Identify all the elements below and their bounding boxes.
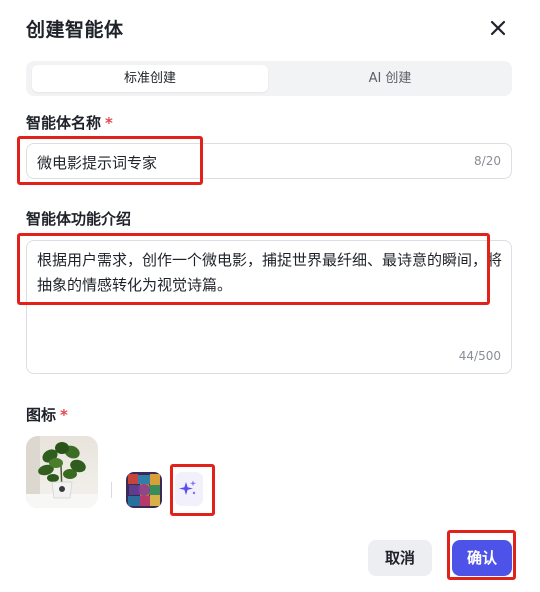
name-field-label: 智能体名称 * [26,112,113,133]
close-icon [490,20,506,36]
icon-field-label: 图标 * [26,404,68,425]
agent-description-textarea[interactable]: 根据用户需求，创作一个微电影，捕捉世界最纤细、最诗意的瞬间，将抽象的情感转化为视… [26,240,512,374]
sparkle-icon [179,480,196,495]
dialog-title: 创建智能体 [26,19,124,41]
icon-divider [111,482,112,498]
name-char-counter: 8/20 [474,154,501,168]
required-mark: * [60,406,68,424]
ai-generate-icon-button[interactable] [175,472,203,506]
icon-option-thumbnail[interactable] [126,472,162,508]
tab-ai-create[interactable]: AI 创建 [272,65,508,92]
agent-name-input[interactable]: 微电影提示词专家 8/20 [26,143,512,179]
description-char-counter: 44/500 [458,349,501,363]
name-label-text: 智能体名称 [26,114,102,132]
tab-standard-create[interactable]: 标准创建 [32,65,268,92]
icon-label-text: 图标 [26,406,57,424]
close-button[interactable] [486,16,510,40]
agent-name-value: 微电影提示词专家 [37,154,158,172]
description-field-label: 智能体功能介绍 [26,210,132,228]
create-agent-dialog: 创建智能体 标准创建 AI 创建 智能体名称 * 微电影提示词专家 8/20 智能… [0,0,540,592]
agent-avatar-plant-image[interactable] [26,436,98,508]
cancel-button[interactable]: 取消 [368,540,432,576]
agent-description-value: 根据用户需求，创作一个微电影，捕捉世界最纤细、最诗意的瞬间，将抽象的情感转化为视… [37,251,503,294]
confirm-button[interactable]: 确认 [452,540,512,576]
required-mark: * [105,114,113,132]
creation-mode-tabs: 标准创建 AI 创建 [26,61,512,96]
